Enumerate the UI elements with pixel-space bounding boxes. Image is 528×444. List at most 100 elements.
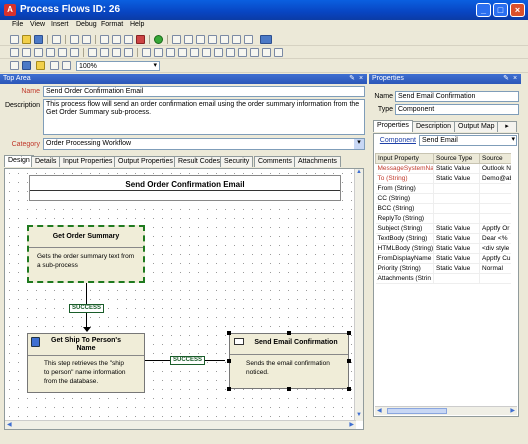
canvas-vertical-scrollbar[interactable]: ▲ ▼ bbox=[354, 169, 363, 421]
scroll-right-icon[interactable]: ▶ bbox=[510, 407, 515, 414]
table-cell[interactable]: MessageSystemNa bbox=[375, 163, 434, 174]
column-header[interactable]: Source bbox=[479, 153, 511, 164]
table-cell[interactable] bbox=[433, 193, 480, 204]
node-get-order-summary[interactable]: Get Order Summary Gets the order summary… bbox=[27, 225, 145, 283]
tab-properties[interactable]: Properties bbox=[373, 120, 413, 132]
resize-handle[interactable] bbox=[347, 387, 351, 391]
image-icon[interactable] bbox=[244, 35, 253, 44]
open-icon[interactable] bbox=[22, 35, 31, 44]
font-underline-icon[interactable] bbox=[190, 48, 199, 57]
node-get-ship-to-name[interactable]: Get Ship To Person's Name This step retr… bbox=[27, 333, 145, 393]
table-row[interactable]: BCC (String) bbox=[375, 203, 511, 214]
tab-scroll-right-icon[interactable]: ▸ bbox=[497, 121, 517, 132]
tab-design[interactable]: Design bbox=[4, 155, 34, 167]
highlight-icon[interactable] bbox=[36, 61, 45, 70]
pointer-icon[interactable] bbox=[172, 35, 181, 44]
zoom-select[interactable]: 100% ▾ bbox=[76, 61, 160, 71]
resize-handle[interactable] bbox=[227, 387, 231, 391]
bring-front-icon[interactable] bbox=[142, 48, 151, 57]
component-link[interactable]: Component bbox=[376, 137, 416, 144]
close-button[interactable]: × bbox=[510, 3, 525, 17]
table-cell[interactable]: BCC (String) bbox=[375, 203, 434, 214]
align-right-icon[interactable] bbox=[34, 48, 43, 57]
table-cell[interactable]: Priority (String) bbox=[375, 263, 434, 274]
table-cell[interactable]: Static Value bbox=[433, 243, 480, 254]
tab-security[interactable]: Security bbox=[220, 156, 254, 167]
table-cell[interactable]: Dear <% bbox=[479, 233, 511, 244]
table-cell[interactable]: <div style bbox=[479, 243, 511, 254]
table-cell[interactable]: Attachments (Strin bbox=[375, 273, 434, 284]
snap-grid-icon[interactable] bbox=[22, 61, 31, 70]
rounded-rect-icon[interactable] bbox=[196, 35, 205, 44]
undo-icon[interactable] bbox=[70, 35, 79, 44]
resize-handle[interactable] bbox=[287, 387, 291, 391]
same-height-icon[interactable] bbox=[100, 48, 109, 57]
table-cell[interactable]: Demo@ab bbox=[479, 173, 511, 184]
print-icon[interactable] bbox=[52, 35, 61, 44]
connector-icon[interactable] bbox=[232, 35, 241, 44]
table-cell[interactable] bbox=[479, 273, 511, 284]
space-horizontal-icon[interactable] bbox=[124, 48, 133, 57]
table-cell[interactable] bbox=[479, 203, 511, 214]
resize-handle[interactable] bbox=[287, 331, 291, 335]
minimize-button[interactable]: _ bbox=[476, 3, 491, 17]
line-color-icon[interactable] bbox=[214, 48, 223, 57]
align-top-icon[interactable] bbox=[46, 48, 55, 57]
description-field[interactable]: This process flow will send an order con… bbox=[43, 99, 365, 135]
line-style-icon[interactable] bbox=[226, 48, 235, 57]
rectangle-icon[interactable] bbox=[184, 35, 193, 44]
table-cell[interactable]: Subject (String) bbox=[375, 223, 434, 234]
table-cell[interactable]: Static Value bbox=[433, 263, 480, 274]
align-bottom-icon[interactable] bbox=[70, 48, 79, 57]
fill-color-icon[interactable] bbox=[202, 48, 211, 57]
column-header[interactable]: Source Type bbox=[433, 153, 480, 164]
scroll-left-icon[interactable]: ◀ bbox=[7, 421, 12, 428]
table-cell[interactable]: Static Value bbox=[433, 163, 480, 174]
table-cell[interactable]: Outlook N bbox=[479, 163, 511, 174]
tab-result-codes[interactable]: Result Codes bbox=[174, 156, 225, 167]
table-cell[interactable] bbox=[479, 213, 511, 224]
pan-icon[interactable] bbox=[62, 61, 71, 70]
same-size-icon[interactable] bbox=[112, 48, 121, 57]
copy-icon[interactable] bbox=[112, 35, 121, 44]
table-cell[interactable] bbox=[479, 193, 511, 204]
ungroup-icon[interactable] bbox=[274, 48, 283, 57]
align-middle-icon[interactable] bbox=[58, 48, 67, 57]
pin-icon[interactable]: ✎ bbox=[348, 75, 356, 83]
table-cell[interactable] bbox=[433, 213, 480, 224]
send-back-icon[interactable] bbox=[154, 48, 163, 57]
table-row[interactable]: Priority (String) Static Value Normal bbox=[375, 263, 511, 274]
scroll-thumb[interactable] bbox=[387, 408, 447, 414]
panel-close-icon[interactable]: × bbox=[511, 75, 519, 83]
table-cell[interactable]: TextBody (String) bbox=[375, 233, 434, 244]
design-canvas[interactable]: Send Order Confirmation Email Get Order … bbox=[4, 168, 364, 430]
table-cell[interactable]: To (String) bbox=[375, 173, 434, 184]
category-select[interactable]: Order Processing Workflow ▾ bbox=[43, 138, 365, 150]
same-width-icon[interactable] bbox=[88, 48, 97, 57]
table-cell[interactable] bbox=[433, 203, 480, 214]
component-select[interactable]: Send Email ▾ bbox=[419, 135, 517, 146]
delete-icon[interactable] bbox=[136, 35, 145, 44]
input-property-grid[interactable]: Input Property Source Type Source Messag… bbox=[375, 153, 511, 405]
menu-insert[interactable]: Insert bbox=[51, 21, 69, 28]
panel-close-icon[interactable]: × bbox=[357, 75, 365, 83]
menu-format[interactable]: Format bbox=[101, 21, 123, 28]
table-cell[interactable]: Static Value bbox=[433, 233, 480, 244]
layout-icon[interactable] bbox=[10, 61, 19, 70]
table-row[interactable]: MessageSystemNa Static Value Outlook N bbox=[375, 163, 511, 174]
resize-handle[interactable] bbox=[227, 331, 231, 335]
prop-name-field[interactable]: Send Email Confirmation bbox=[395, 91, 519, 102]
table-row[interactable]: FromDisplayName (Static Value Apptfy Cu bbox=[375, 253, 511, 264]
group-icon[interactable] bbox=[262, 48, 271, 57]
tab-description[interactable]: Description bbox=[412, 121, 456, 132]
align-left-icon[interactable] bbox=[10, 48, 19, 57]
tab-input-properties[interactable]: Input Properties bbox=[59, 156, 117, 167]
ellipse-icon[interactable] bbox=[208, 35, 217, 44]
zoom-icon[interactable] bbox=[50, 61, 59, 70]
table-row[interactable]: From (String) bbox=[375, 183, 511, 194]
table-row[interactable]: ReplyTo (String) bbox=[375, 213, 511, 224]
table-cell[interactable]: Apptfy Cu bbox=[479, 253, 511, 264]
table-cell[interactable]: ReplyTo (String) bbox=[375, 213, 434, 224]
table-cell[interactable]: HTMLBody (String) bbox=[375, 243, 434, 254]
table-cell[interactable]: Apptfy Or bbox=[479, 223, 511, 234]
